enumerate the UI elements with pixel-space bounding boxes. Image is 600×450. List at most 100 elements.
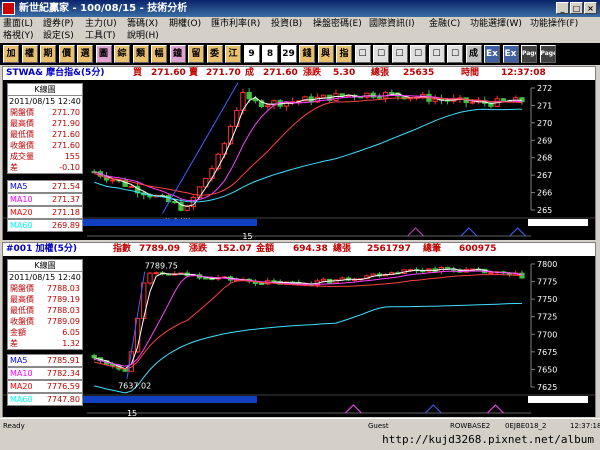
close-button[interactable]: × bbox=[584, 2, 597, 14]
ma-legend-row: MA10 271.37 bbox=[7, 193, 83, 206]
toolbar-button[interactable]: 幅 bbox=[151, 45, 167, 63]
candle-body bbox=[320, 94, 327, 98]
app-window: 新世紀贏家 - 100/08/15 - 技術分析 _ □ × 畫面(L) 證券(… bbox=[0, 0, 600, 450]
toolbar-button[interactable]: 委 bbox=[206, 45, 223, 63]
toolbar-button[interactable]: ☐ bbox=[428, 45, 445, 63]
maximize-button[interactable]: □ bbox=[570, 2, 583, 14]
toolbar-button[interactable]: Page bbox=[521, 45, 537, 63]
toolbar-button[interactable]: Ex bbox=[502, 45, 519, 63]
toolbar-button[interactable]: 權 bbox=[21, 45, 38, 63]
toolbar-button[interactable]: ☐ bbox=[354, 45, 371, 63]
toolbar-button[interactable]: 成 bbox=[465, 45, 482, 63]
menu-bar: 畫面(L) 證券(P) 主力(U) 籌碼(X) 期權(O) 匯市利率(R) 投資… bbox=[0, 17, 600, 43]
candle-body bbox=[320, 278, 327, 282]
last-value: 271.60 bbox=[263, 68, 298, 78]
toolbar-button[interactable]: 江 bbox=[225, 45, 241, 63]
menu-item-options[interactable]: 期權(O) bbox=[169, 18, 201, 30]
y-tick-label: 7625 bbox=[537, 383, 557, 392]
minimize-button[interactable]: _ bbox=[556, 2, 569, 14]
toolbar-button[interactable]: 9 bbox=[243, 45, 260, 63]
toolbar-button[interactable]: ☐ bbox=[447, 45, 463, 63]
high-price-mark: 7789.75 bbox=[145, 262, 178, 271]
info-row-label: 最高價 bbox=[10, 295, 34, 304]
toolbar-button[interactable]: 類 bbox=[132, 45, 149, 63]
futures-info-box: K線圖 2011/08/15 12:40 開盤價 271.70 最高價 271.90 最… bbox=[7, 83, 83, 174]
index-ma-legend: MA5 7785.91 MA10 7782.34 MA20 7776.59 MA60 7747… bbox=[7, 354, 83, 406]
menu-item-securities[interactable]: 證券(P) bbox=[43, 18, 73, 30]
info-row-value: 271.60 bbox=[52, 130, 80, 139]
info-row-value: -0.10 bbox=[59, 163, 80, 172]
y-tick-label: 267 bbox=[537, 171, 552, 180]
title-bar: 新世紀贏家 - 100/08/15 - 技術分析 _ □ × bbox=[0, 0, 600, 17]
menu-item-chips[interactable]: 籌碼(X) bbox=[127, 18, 158, 30]
index-change-value: 152.07 bbox=[217, 244, 252, 254]
info-row-label: 成交量 bbox=[10, 152, 34, 161]
menu-item-settings[interactable]: 設定(S) bbox=[43, 30, 74, 42]
menu-item-invest[interactable]: 投資(B) bbox=[271, 18, 302, 30]
toolbar-button[interactable]: 鐘 bbox=[169, 45, 186, 63]
menu-item-screen[interactable]: 畫面(L) bbox=[3, 18, 33, 30]
info-row-value: 7788.03 bbox=[46, 284, 80, 293]
y-tick-label: 269 bbox=[537, 136, 552, 145]
menu-item-tools[interactable]: 工具(T) bbox=[85, 30, 116, 42]
menu-item-function-select[interactable]: 功能選擇(W) bbox=[470, 18, 522, 30]
info-row-value: 6.05 bbox=[62, 328, 80, 337]
menu-item-forex[interactable]: 匯市利率(R) bbox=[211, 18, 260, 30]
menu-item-main-force[interactable]: 主力(U) bbox=[85, 18, 117, 30]
menu-item-intl-info[interactable]: 國際資訊(I) bbox=[369, 18, 415, 30]
change-value: 5.30 bbox=[333, 68, 356, 78]
ma-legend-value: 271.18 bbox=[52, 208, 80, 217]
y-tick-label: 7675 bbox=[537, 348, 557, 357]
index-info-title: K線圖 bbox=[8, 260, 82, 272]
index-quote-header: #001 加權(5分) 指數 7789.09 漲跌 152.07 金額 694.… bbox=[3, 243, 595, 256]
info-row: 最低價 7788.03 bbox=[8, 305, 82, 316]
toolbar-button[interactable]: 29 bbox=[280, 45, 297, 63]
toolbar-button[interactable]: ☐ bbox=[391, 45, 408, 63]
toolbar-button[interactable]: 8 bbox=[262, 45, 278, 63]
toolbar-button[interactable]: 選 bbox=[77, 45, 93, 63]
info-row-value: 155 bbox=[64, 152, 80, 161]
ma-legend-label: MA5 bbox=[10, 182, 28, 191]
toolbar-button[interactable]: 價 bbox=[58, 45, 75, 63]
index-volume-value: 2561797 bbox=[367, 244, 411, 254]
ma-legend-label: MA60 bbox=[10, 395, 33, 404]
toolbar-button[interactable]: Ex bbox=[484, 45, 500, 63]
index-kline-chart[interactable]: 7800 7775 7750 7725 7700 7675 7650 7625 7789.75 7… bbox=[3, 256, 595, 417]
menu-item-trade-code[interactable]: 操盤密碼(E) bbox=[313, 18, 362, 30]
toolbar: 加權期價選圖綜類幅鐘留委江 9 8 29 錢與指 ☐ ☐ ☐ ☐ ☐ ☐ 成 Ex Ex Page Page bbox=[0, 43, 600, 65]
toolbar-button[interactable]: 留 bbox=[188, 45, 204, 63]
ma-legend-label: MA10 bbox=[10, 369, 33, 378]
ma-legend-label: MA10 bbox=[10, 195, 33, 204]
status-time: 12:37:18 bbox=[570, 422, 600, 430]
toolbar-button[interactable]: 與 bbox=[317, 45, 334, 63]
index-label: 指數 bbox=[113, 244, 132, 254]
info-row-value: 7789.09 bbox=[46, 317, 80, 326]
toolbar-button[interactable]: ☐ bbox=[410, 45, 426, 63]
menu-item-view[interactable]: 格視(Y) bbox=[3, 30, 34, 42]
info-row-label: 開盤價 bbox=[10, 108, 34, 117]
y-tick-label: 7750 bbox=[537, 295, 557, 304]
y-tick-label: 7700 bbox=[537, 330, 557, 339]
y-tick-label: 265 bbox=[537, 206, 552, 215]
candle-body bbox=[376, 96, 383, 99]
info-row-value: 271.60 bbox=[52, 141, 80, 150]
ma-legend-label: MA60 bbox=[10, 221, 33, 230]
info-row: 收盤價 7789.09 bbox=[8, 316, 82, 327]
bid-value: 271.60 bbox=[151, 68, 186, 78]
toolbar-button[interactable]: Page bbox=[539, 45, 556, 63]
toolbar-button[interactable]: 錢 bbox=[299, 45, 315, 63]
toolbar-button[interactable]: 圖 bbox=[95, 45, 112, 63]
candle-body bbox=[488, 272, 494, 275]
index-info-date: 2011/08/15 12:40 bbox=[9, 273, 81, 282]
menu-item-function-ops[interactable]: 功能操作(F) bbox=[530, 18, 578, 30]
toolbar-button[interactable]: 加 bbox=[3, 45, 19, 63]
menu-item-finance[interactable]: 金融(C) bbox=[429, 18, 460, 30]
futures-kline-chart[interactable]: 272271270269268267266265272.30264.8015 bbox=[3, 80, 595, 240]
candle-body bbox=[196, 186, 203, 198]
toolbar-button[interactable]: 綜 bbox=[114, 45, 130, 63]
menu-item-help[interactable]: 說明(H) bbox=[127, 30, 159, 42]
toolbar-button[interactable]: 指 bbox=[336, 45, 352, 63]
toolbar-button[interactable]: 期 bbox=[40, 45, 56, 63]
toolbar-button[interactable]: ☐ bbox=[373, 45, 389, 63]
amount-value: 694.38 bbox=[293, 244, 328, 254]
